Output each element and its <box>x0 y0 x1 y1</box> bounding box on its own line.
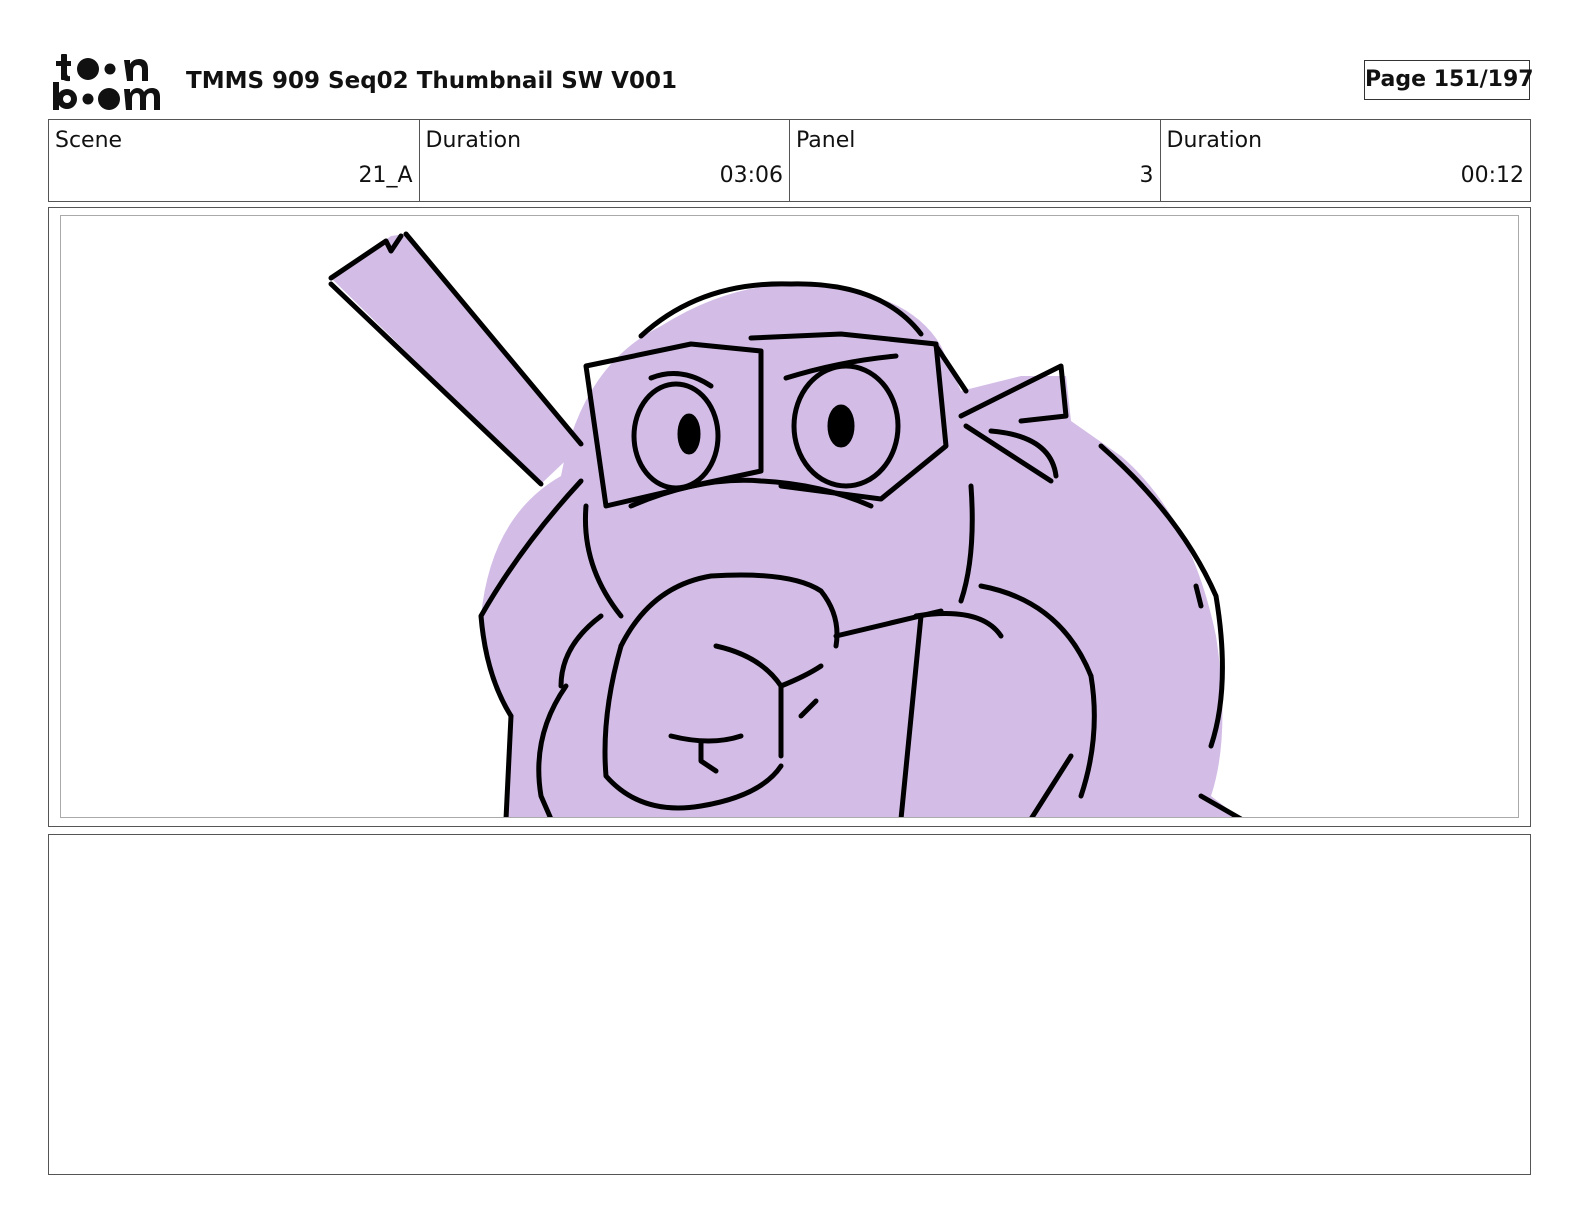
panel-label: Panel <box>796 128 856 153</box>
page-indicator: Page 151/197 <box>1364 60 1534 100</box>
panel-duration-value: 00:12 <box>1460 163 1524 188</box>
panel-duration-label: Duration <box>1166 128 1263 153</box>
toon-boom-logo <box>52 52 164 112</box>
character-sketch <box>328 231 1243 817</box>
document-title: TMMS 909 Seq02 Thumbnail SW V001 <box>186 68 677 94</box>
panel-value: 3 <box>1139 163 1154 188</box>
scene-cell: Scene 21_A <box>49 120 420 201</box>
scene-duration-label: Duration <box>425 128 522 153</box>
scene-duration-value: 03:06 <box>719 163 783 188</box>
panel-duration-cell: Duration 00:12 <box>1161 120 1531 201</box>
storyboard-panel-frame <box>48 207 1531 827</box>
character-fill <box>331 234 1239 817</box>
scene-info-table: Scene 21_A Duration 03:06 Panel 3 Durati… <box>48 119 1531 202</box>
panel-notes-area <box>48 834 1531 1175</box>
panel-cell: Panel 3 <box>790 120 1161 201</box>
scene-value: 21_A <box>358 163 413 188</box>
scene-label: Scene <box>55 128 123 153</box>
storyboard-panel-drawing <box>60 215 1519 818</box>
scene-duration-cell: Duration 03:06 <box>420 120 790 201</box>
